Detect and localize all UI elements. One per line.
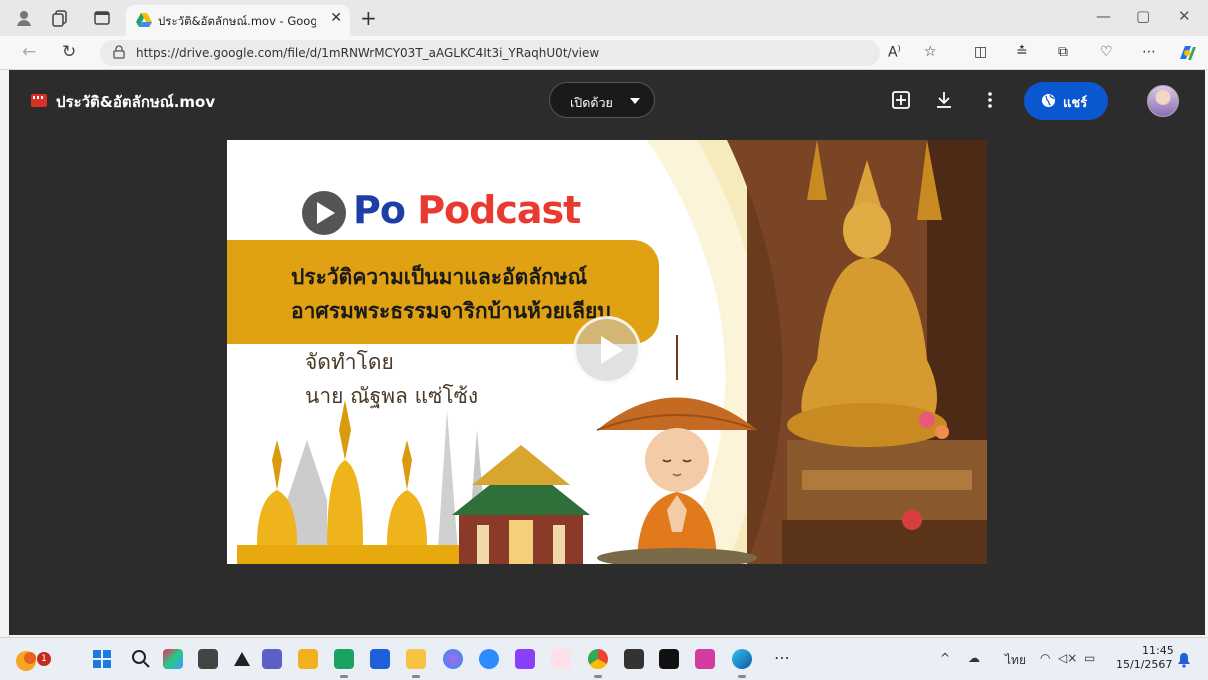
more-options-icon[interactable] <box>980 90 1000 110</box>
podcast-title-podcast: Podcast <box>417 188 581 232</box>
close-tab-icon[interactable]: ✕ <box>330 10 342 26</box>
clock-time[interactable]: 11:45 <box>1142 644 1174 657</box>
a-app-icon[interactable] <box>624 649 644 669</box>
close-window-icon[interactable]: ✕ <box>1178 7 1191 25</box>
video-heading-line1: ประวัติความเป็นมาและอัตลักษณ์ <box>291 265 588 289</box>
search-icon[interactable] <box>131 649 151 669</box>
battery-icon[interactable]: ▭ <box>1084 651 1095 665</box>
teams-icon[interactable] <box>262 649 282 669</box>
podcast-title: Po Podcast <box>353 188 581 232</box>
tab-google-drive[interactable]: ประวัติ&อัตลักษณ์.mov - Google ไดรฟ์ ✕ <box>126 5 350 36</box>
new-tab-icon[interactable]: + <box>360 6 377 30</box>
share-button[interactable]: แชร์ <box>1024 82 1108 120</box>
video-heading-line2: อาศรมพระธรรมจาริกบ้านห้วยเลียบ <box>291 299 611 323</box>
chevron-down-icon <box>630 98 640 104</box>
meet-app-icon[interactable] <box>334 649 354 678</box>
video-file-icon <box>31 94 47 107</box>
folder-app-icon[interactable] <box>406 649 426 678</box>
video-credit-line1: จัดทำโดย <box>305 350 394 374</box>
clock-date[interactable]: 15/1/2567 <box>1116 658 1172 671</box>
split-screen-icon[interactable]: ◫ <box>974 44 987 60</box>
widgets-icon[interactable]: 1 <box>14 646 51 672</box>
file-explorer-icon[interactable] <box>298 649 318 669</box>
presentation-app-icon[interactable] <box>695 649 715 669</box>
copilot-icon[interactable] <box>1176 42 1198 64</box>
add-shortcut-icon[interactable] <box>891 90 911 110</box>
wifi-icon[interactable]: ◠ <box>1040 651 1050 665</box>
chrome-icon[interactable] <box>588 649 608 678</box>
canva-icon[interactable] <box>370 649 390 669</box>
notification-bell-icon[interactable] <box>1177 652 1191 668</box>
more-apps-icon[interactable]: ⋯ <box>774 648 790 667</box>
tab-actions-icon[interactable] <box>92 8 112 28</box>
google-drive-icon <box>136 13 152 27</box>
play-button-icon[interactable] <box>573 316 641 384</box>
collections-icon[interactable]: ⧉ <box>1058 44 1068 60</box>
notification-badge: 1 <box>37 652 51 666</box>
refresh-icon[interactable]: ↻ <box>62 42 76 62</box>
share-label: แชร์ <box>1063 96 1088 111</box>
input-language[interactable]: ไทย <box>1005 651 1026 670</box>
triangle-app-icon[interactable] <box>232 649 252 669</box>
user-avatar[interactable] <box>1147 85 1179 117</box>
podcast-title-po: Po <box>353 188 406 232</box>
settings-more-icon[interactable]: ⋯ <box>1142 44 1156 60</box>
profile-icon[interactable] <box>14 8 34 28</box>
show-hidden-icons-icon[interactable]: ^ <box>940 651 950 665</box>
back-icon[interactable]: ← <box>22 42 36 62</box>
url-text: https://drive.google.com/file/d/1mRNWrMC… <box>136 46 600 60</box>
copilot-taskbar-icon[interactable] <box>163 649 183 669</box>
browser-tab-bar: ประวัติ&อัตลักษณ์.mov - Google ไดรฟ์ ✕ +… <box>0 0 1208 36</box>
minimize-icon[interactable]: — <box>1096 7 1111 25</box>
read-aloud-icon[interactable]: A) <box>888 44 901 61</box>
browser-essentials-icon[interactable]: ♡ <box>1100 44 1113 60</box>
zoom-icon[interactable] <box>479 649 499 669</box>
onedrive-icon[interactable]: ☁ <box>968 651 980 665</box>
list-app-icon[interactable] <box>515 649 535 669</box>
capcut-icon[interactable] <box>659 649 679 669</box>
open-with-label: เปิดด้วย <box>570 95 613 110</box>
video-preview[interactable]: Po Podcast ประวัติความเป็นมาและอัตลักษณ์… <box>227 140 987 564</box>
file-name: ประวัติ&อัตลักษณ์.mov <box>56 93 216 111</box>
address-toolbar: ← ↻ https://drive.google.com/file/d/1mRN… <box>0 36 1208 70</box>
start-icon[interactable] <box>92 649 112 669</box>
favorites-icon[interactable]: ≛ <box>1016 44 1028 60</box>
favorite-star-icon[interactable]: ☆ <box>924 44 937 60</box>
lock-icon[interactable] <box>112 45 126 59</box>
video-credit-line2: นาย ณัฐพล แซ่โซ้ง <box>305 384 479 408</box>
messenger-icon[interactable] <box>443 649 463 669</box>
windows-taskbar: 1 ⋯ ^ ☁ ไทย ◠ ◁× ▭ 11:45 15/1/2567 <box>0 637 1208 680</box>
speaker-muted-icon[interactable]: ◁× <box>1058 651 1077 665</box>
workspaces-icon[interactable] <box>50 8 70 28</box>
download-icon[interactable] <box>934 90 954 110</box>
task-view-icon[interactable] <box>198 649 218 669</box>
open-with-button[interactable]: เปิดด้วย <box>549 82 655 118</box>
address-bar[interactable]: https://drive.google.com/file/d/1mRNWrMC… <box>100 40 880 66</box>
tab-title: ประวัติ&อัตลักษณ์.mov - Google ไดรฟ์ <box>158 14 316 28</box>
globe-icon <box>1041 93 1056 108</box>
kru-app-icon[interactable] <box>551 649 571 669</box>
edge-icon[interactable] <box>732 649 752 678</box>
restore-icon[interactable]: ▢ <box>1136 7 1150 25</box>
